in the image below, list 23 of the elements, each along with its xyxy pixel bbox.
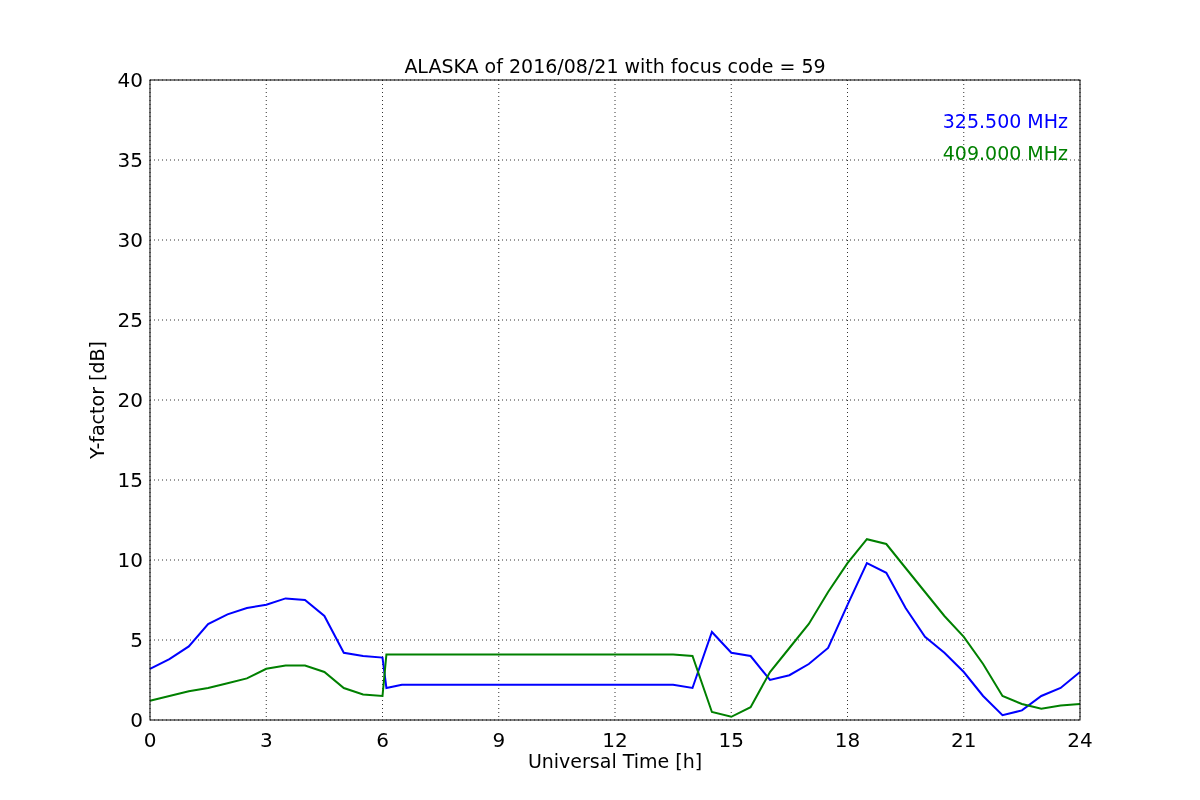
tick-label: 21 — [951, 728, 977, 752]
tick-label: 35 — [117, 148, 143, 172]
tick-label: 9 — [492, 728, 506, 752]
tick-label: 40 — [117, 68, 143, 92]
tick-label: 0 — [143, 728, 157, 752]
tick-label: 5 — [130, 628, 143, 652]
tick-label: 20 — [117, 388, 143, 412]
tick-label: 12 — [602, 728, 628, 752]
legend-entry: 325.500 MHz — [942, 110, 1068, 132]
axis-label: Universal Time [h] — [527, 750, 703, 772]
tick-label: 15 — [718, 728, 744, 752]
chart-title: ALASKA of 2016/08/21 with focus code = 59 — [404, 55, 826, 77]
axis-label: Y-factor [dB] — [86, 341, 108, 459]
tick-label: 24 — [1067, 728, 1093, 752]
tick-label: 30 — [117, 228, 143, 252]
tick-label: 6 — [376, 728, 389, 752]
tick-label: 18 — [834, 728, 861, 752]
tick-label: 10 — [117, 548, 143, 572]
tick-label: 0 — [130, 708, 143, 732]
tick-label: 15 — [117, 468, 143, 492]
legend-entry: 409.000 MHz — [942, 142, 1068, 164]
tick-label: 25 — [117, 308, 143, 332]
tick-label: 3 — [259, 728, 273, 752]
